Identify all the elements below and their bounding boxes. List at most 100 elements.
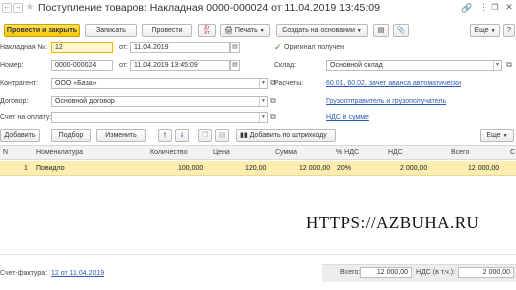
col-header-qty[interactable]: Количество	[150, 149, 188, 156]
col-header-extra[interactable]: С	[510, 149, 515, 156]
print-label: Печать	[234, 27, 258, 34]
payment-field[interactable]: ▼	[51, 112, 268, 123]
contractor-field[interactable]: ООО «База» ▼	[51, 78, 268, 89]
original-checkbox[interactable]: ✓	[274, 43, 282, 52]
barcode-button[interactable]: ▮▮ Добавить по штрихкоду	[236, 129, 336, 142]
cell-vat: 2 000,00	[400, 165, 428, 172]
col-header-vat[interactable]: НДС	[388, 149, 403, 156]
settlements-link[interactable]: 60.01, 60.02, зачет аванса автоматически	[326, 80, 461, 87]
col-header-price[interactable]: Цена	[213, 149, 230, 156]
col-header-n[interactable]: N	[3, 149, 8, 156]
date1-label: от:	[119, 44, 128, 51]
calendar-icon[interactable]: ▤	[230, 60, 240, 71]
shipper-link[interactable]: Грузоотправитель и грузополучатель	[326, 98, 446, 105]
open-icon[interactable]: ⧉	[268, 112, 278, 122]
chevron-down-icon[interactable]: ▼	[259, 113, 267, 122]
move-up-button[interactable]: 🠕	[158, 129, 172, 142]
chevron-down-icon: ▼	[490, 28, 496, 34]
save-button[interactable]: Записать	[85, 24, 137, 37]
vat-total-field: 2 000,00	[458, 267, 514, 278]
contract-label: Договор:	[0, 98, 29, 105]
vat-total-value: 2 000,00	[482, 269, 510, 276]
cell-qty: 100,000	[178, 165, 204, 172]
link-icon[interactable]: 🔗	[461, 3, 472, 14]
chevron-down-icon[interactable]: ▼	[259, 79, 267, 88]
copy-icon: ❐	[201, 132, 209, 139]
table-bottom-scrollbar[interactable]	[0, 254, 516, 257]
contract-field[interactable]: Основной договор ▼	[51, 96, 268, 107]
original-label: Оригинал получен	[284, 44, 345, 51]
barcode-icon: ▮▮	[240, 132, 248, 139]
document-icon: ▤	[218, 132, 226, 139]
more-button[interactable]: Еще ▼	[470, 24, 500, 37]
number-field[interactable]: 0000-000024	[51, 60, 113, 71]
post-button[interactable]: Провести	[142, 24, 192, 37]
calendar-icon[interactable]: ▤	[230, 42, 240, 53]
title-bar: ← → ★ Поступление товаров: Накладная 000…	[0, 0, 516, 18]
copy-button[interactable]: ❐	[198, 129, 212, 142]
open-icon[interactable]: ⧉	[504, 60, 514, 70]
arrow-right-icon[interactable]: →	[13, 3, 23, 13]
date2-field[interactable]: 11.04.2019 13:45:09	[130, 60, 230, 71]
pick-button[interactable]: Подбор	[51, 129, 91, 142]
copy2-button[interactable]: ▤	[215, 129, 229, 142]
cell-n: 1	[24, 165, 28, 172]
star-icon[interactable]: ★	[25, 2, 35, 14]
paperclip-icon: 📎	[396, 27, 406, 34]
window-title: Поступление товаров: Накладная 0000-0000…	[38, 2, 380, 14]
date2-value: 11.04.2019 13:45:09	[134, 62, 198, 69]
date1-field[interactable]: 11.04.2019	[130, 42, 230, 53]
chevron-down-icon[interactable]: ▼	[259, 97, 267, 106]
chevron-down-icon: ▼	[502, 133, 508, 139]
col-header-vat-rate[interactable]: % НДС	[336, 149, 359, 156]
invoice-label: Счет-фактура:	[0, 270, 48, 277]
vat-total-label: НДС (в т.ч.):	[416, 269, 456, 276]
vat-link[interactable]: НДС в сумме	[326, 114, 369, 121]
attach-button[interactable]: 📎	[393, 24, 409, 37]
document-icon: ▤	[377, 27, 385, 34]
chevron-down-icon: ▼	[356, 28, 362, 34]
invoice-link[interactable]: 12 от 11.04.2019	[51, 270, 104, 277]
change-button[interactable]: Изменить	[96, 129, 146, 142]
more-label: Еще	[474, 27, 489, 34]
col-header-item[interactable]: Номенклатура	[36, 149, 83, 156]
table-more-button[interactable]: Еще ▼	[480, 129, 514, 142]
col-header-total[interactable]: Всего	[451, 149, 469, 156]
create-basis-label: Создать на основании	[282, 27, 355, 34]
invoice-no-field[interactable]: 12	[51, 42, 113, 53]
date2-label: от:	[119, 62, 128, 69]
warehouse-label: Склад:	[274, 62, 297, 69]
close-icon[interactable]: ✕	[504, 2, 514, 13]
contract-value: Основной договор	[55, 98, 115, 105]
post-close-button[interactable]: Провести и закрыть	[4, 24, 80, 37]
restore-icon[interactable]: ❐	[490, 3, 500, 12]
move-down-button[interactable]: 🠗	[175, 129, 189, 142]
total-label: Всего:	[340, 269, 361, 276]
settlements-label: Расчеты:	[274, 80, 304, 87]
arrow-down-icon: 🠗	[180, 132, 184, 139]
cell-total: 12 000,00	[468, 165, 500, 172]
more-icon[interactable]: ⋮	[478, 2, 488, 13]
col-header-sum[interactable]: Сумма	[275, 149, 297, 156]
chevron-down-icon[interactable]: ▼	[493, 61, 501, 70]
printer-icon: 🖨	[224, 27, 233, 34]
add-button[interactable]: Добавить	[0, 129, 40, 142]
total-field: 12 000,00	[360, 267, 412, 278]
warehouse-field[interactable]: Основной склад ▼	[326, 60, 502, 71]
cell-item: Повидло	[36, 165, 65, 172]
dt-kt-button[interactable]: Дт Кт	[198, 24, 216, 37]
arrow-up-icon: 🠕	[163, 132, 167, 139]
arrow-left-icon[interactable]: ←	[2, 3, 12, 13]
cell-sum: 12 000,00	[299, 165, 331, 172]
invoice-no-label: Накладная №:	[0, 44, 48, 51]
barcode-label: Добавить по штрихкоду	[249, 132, 327, 139]
contractor-value: ООО «База»	[55, 80, 97, 87]
print-button[interactable]: 🖨 Печать ▼	[220, 24, 270, 37]
help-button[interactable]: ?	[503, 24, 515, 37]
total-value: 12 000,00	[376, 269, 408, 276]
open-icon[interactable]: ⧉	[268, 96, 278, 106]
payment-label: Счет на оплату:	[0, 114, 52, 121]
contractor-label: Контрагент:	[0, 80, 39, 87]
create-basis-button[interactable]: Создать на основании ▼	[276, 24, 368, 37]
document-icon-button[interactable]: ▤	[373, 24, 389, 37]
